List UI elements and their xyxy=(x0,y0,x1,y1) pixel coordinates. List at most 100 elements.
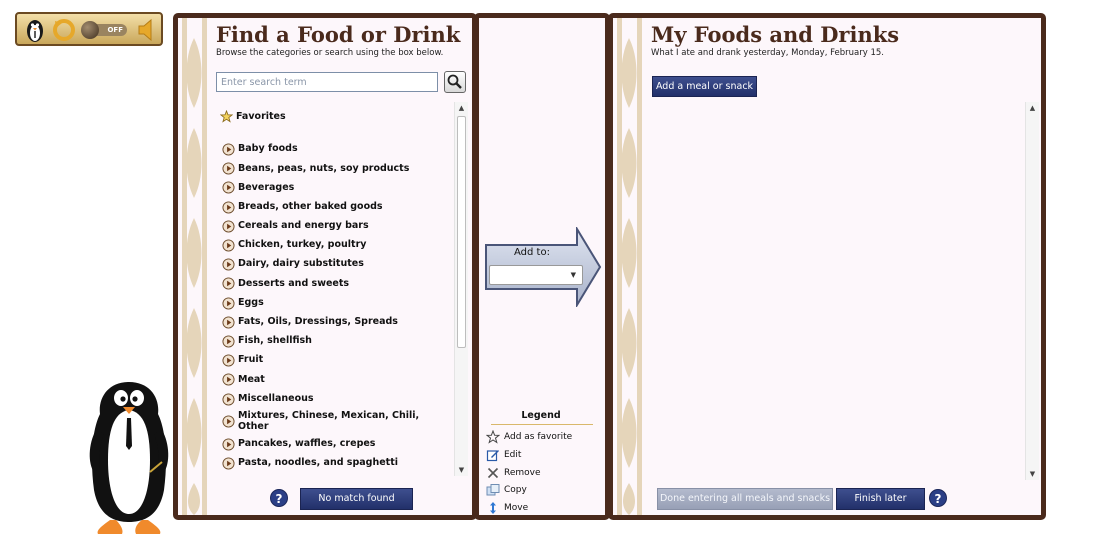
play-icon xyxy=(222,335,235,348)
category-item[interactable]: Beverages xyxy=(222,178,448,197)
category-item[interactable]: Meat xyxy=(222,370,448,389)
category-item[interactable]: Baby foods xyxy=(222,140,448,159)
scroll-up-arrow[interactable]: ▲ xyxy=(455,102,468,114)
finish-later-button[interactable]: Finish later xyxy=(836,488,925,510)
chevron-down-icon: ▼ xyxy=(570,271,576,279)
legend-item-favorite: Add as favorite xyxy=(486,429,572,445)
category-label: Eggs xyxy=(238,296,264,308)
legend-title: Legend xyxy=(521,410,561,421)
category-label: Dairy, dairy substitutes xyxy=(238,258,364,270)
search-input[interactable] xyxy=(216,72,438,92)
category-label: Pancakes, waffles, crepes xyxy=(238,437,376,449)
search-icon xyxy=(447,74,462,89)
play-icon xyxy=(222,258,235,271)
penguin-mascot xyxy=(89,382,169,534)
page-subtitle: What I ate and drank yesterday, Monday, … xyxy=(651,48,884,58)
decorative-tulip-border xyxy=(617,18,642,515)
play-icon xyxy=(222,162,235,175)
category-item[interactable]: Fats, Oils, Dressings, Spreads xyxy=(222,313,448,332)
replay-icon[interactable] xyxy=(52,17,76,43)
play-icon xyxy=(222,354,235,367)
find-food-panel: Find a Food or Drink Browse the categori… xyxy=(173,13,477,520)
category-item[interactable]: Miscellaneous xyxy=(222,389,448,408)
category-label: Beverages xyxy=(238,181,295,193)
toggle-knob xyxy=(81,21,99,39)
category-label: Fats, Oils, Dressings, Spreads xyxy=(238,316,398,328)
penguin-menu-icon[interactable] xyxy=(21,17,49,43)
add-to-label: Add to: xyxy=(514,247,550,258)
category-scrollbar[interactable]: ▲ ▼ xyxy=(454,102,468,476)
play-icon xyxy=(222,220,235,233)
done-entering-button[interactable]: Done entering all meals and snacks xyxy=(657,488,833,510)
category-label: Desserts and sweets xyxy=(238,277,350,289)
play-icon xyxy=(222,201,235,214)
category-item[interactable]: Desserts and sweets xyxy=(222,274,448,293)
play-icon xyxy=(222,457,235,470)
help-button[interactable]: ? xyxy=(929,489,947,507)
category-label: Pasta, noodles, and spaghetti xyxy=(238,457,399,469)
scroll-down-arrow[interactable]: ▼ xyxy=(1026,468,1039,480)
play-icon xyxy=(222,316,235,329)
sound-icon[interactable] xyxy=(135,17,159,43)
help-button[interactable]: ? xyxy=(270,489,288,507)
scroll-up-arrow[interactable]: ▲ xyxy=(1026,102,1039,114)
play-icon xyxy=(222,392,235,406)
category-label: Fish, shellfish xyxy=(238,335,312,347)
category-list: Baby foods Beans, peas, nuts, soy product… xyxy=(222,140,448,473)
edit-icon xyxy=(486,450,499,462)
play-icon xyxy=(222,143,235,156)
category-label: Miscellaneous xyxy=(238,392,314,404)
play-icon xyxy=(222,181,235,195)
move-icon xyxy=(490,502,496,514)
audio-toggle[interactable]: OFF xyxy=(79,17,131,43)
decorative-tulip-border xyxy=(182,18,207,515)
legend-label: Remove xyxy=(504,468,541,478)
category-label: Cereals and energy bars xyxy=(238,220,369,232)
star-icon xyxy=(220,109,233,123)
category-item[interactable]: Beans, peas, nuts, soy products xyxy=(222,159,448,178)
category-item[interactable]: Pasta, noodles, and spaghetti xyxy=(222,454,448,473)
category-item[interactable]: Dairy, dairy substitutes xyxy=(222,255,448,274)
page-title: My Foods and Drinks xyxy=(651,22,900,47)
play-icon xyxy=(222,438,235,451)
category-label: Meat xyxy=(238,373,265,385)
category-item[interactable]: Cereals and energy bars xyxy=(222,217,448,236)
legend-item-copy: Copy xyxy=(486,482,527,498)
page-title: Find a Food or Drink xyxy=(216,22,461,47)
favorites-item[interactable]: Favorites xyxy=(220,108,286,124)
action-panel: Add to: ▼ Legend Add as favorite Edit Re… xyxy=(474,13,610,520)
category-item[interactable]: Mixtures, Chinese, Mexican, Chili, Other xyxy=(222,409,448,435)
page-subtitle: Browse the categories or search using th… xyxy=(216,48,444,58)
meals-scrollbar[interactable]: ▲ ▼ xyxy=(1025,102,1039,480)
legend-divider xyxy=(491,424,593,425)
legend-label: Copy xyxy=(504,485,527,495)
favorites-label: Favorites xyxy=(236,110,286,122)
category-item[interactable]: Pancakes, waffles, crepes xyxy=(222,435,448,454)
legend-item-edit: Edit xyxy=(486,447,521,463)
play-icon xyxy=(222,373,235,386)
legend-item-move: Move xyxy=(486,500,529,515)
category-label: Fruit xyxy=(238,354,264,366)
scroll-down-arrow[interactable]: ▼ xyxy=(455,464,468,476)
remove-icon xyxy=(487,467,499,479)
add-to-dropdown[interactable]: ▼ xyxy=(489,265,583,285)
category-label: Beans, peas, nuts, soy products xyxy=(238,162,410,174)
scroll-thumb[interactable] xyxy=(457,116,466,348)
category-item[interactable]: Fish, shellfish xyxy=(222,332,448,351)
category-label: Chicken, turkey, poultry xyxy=(238,239,367,251)
legend-label: Add as favorite xyxy=(504,432,573,442)
my-foods-panel: My Foods and Drinks What I ate and drank… xyxy=(608,13,1046,520)
copy-icon xyxy=(486,484,500,496)
category-item[interactable]: Breads, other baked goods xyxy=(222,198,448,217)
search-button[interactable] xyxy=(444,71,466,93)
play-icon xyxy=(222,277,235,290)
no-match-found-button[interactable]: No match found xyxy=(300,488,413,510)
category-item[interactable]: Fruit xyxy=(222,351,448,370)
legend-label: Edit xyxy=(504,450,522,460)
play-icon xyxy=(222,415,235,428)
legend-label: Move xyxy=(504,503,529,513)
category-item[interactable]: Chicken, turkey, poultry xyxy=(222,236,448,255)
category-item[interactable]: Eggs xyxy=(222,294,448,313)
add-meal-button[interactable]: Add a meal or snack xyxy=(652,76,757,97)
star-icon xyxy=(486,430,500,444)
